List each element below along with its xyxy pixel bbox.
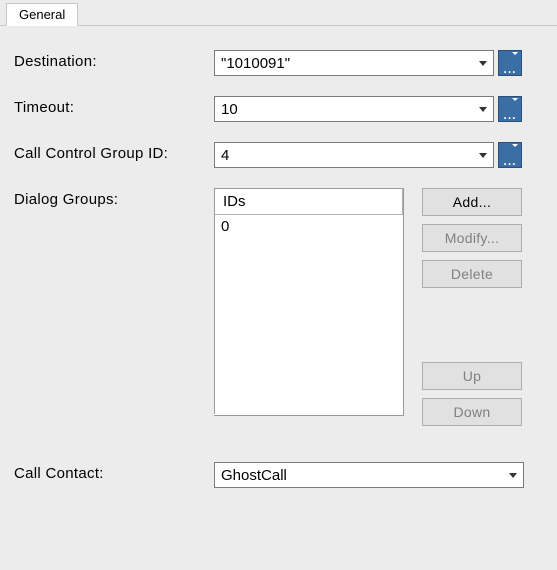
dialog-groups-body: 0 — [214, 215, 403, 414]
destination-browse-button[interactable]: ... — [498, 50, 522, 76]
modify-button[interactable]: Modify... — [422, 224, 522, 252]
timeout-browse-button[interactable]: ... — [498, 96, 522, 122]
list-item[interactable]: 0 — [221, 218, 397, 235]
dialog-groups-list[interactable]: IDs 0 — [214, 188, 404, 416]
label-timeout: Timeout: — [14, 96, 214, 116]
up-button[interactable]: Up — [422, 362, 522, 390]
ccgid-input[interactable] — [215, 143, 473, 167]
ccgid-dropdown-arrow[interactable] — [473, 143, 493, 167]
down-button[interactable]: Down — [422, 398, 522, 426]
label-ccgid: Call Control Group ID: — [14, 142, 214, 162]
label-call-contact: Call Contact: — [14, 462, 214, 482]
ellipsis-icon: ... — [503, 158, 516, 164]
chevron-down-icon — [479, 153, 487, 158]
call-contact-dropdown-arrow[interactable] — [503, 463, 523, 487]
chevron-down-icon — [512, 98, 518, 101]
ellipsis-icon: ... — [503, 112, 516, 118]
call-contact-input[interactable] — [215, 463, 503, 487]
destination-input[interactable] — [215, 51, 473, 75]
destination-combo[interactable] — [214, 50, 494, 76]
label-destination: Destination: — [14, 50, 214, 70]
chevron-down-icon — [479, 107, 487, 112]
add-button[interactable]: Add... — [422, 188, 522, 216]
chevron-down-icon — [512, 52, 518, 55]
dialog-groups-header: IDs — [214, 188, 403, 215]
label-dialog-groups: Dialog Groups: — [14, 188, 214, 208]
timeout-input[interactable] — [215, 97, 473, 121]
call-contact-combo[interactable] — [214, 462, 524, 488]
timeout-combo[interactable] — [214, 96, 494, 122]
tab-general[interactable]: General — [6, 3, 78, 26]
destination-dropdown-arrow[interactable] — [473, 51, 493, 75]
ccgid-browse-button[interactable]: ... — [498, 142, 522, 168]
chevron-down-icon — [512, 144, 518, 147]
delete-button[interactable]: Delete — [422, 260, 522, 288]
timeout-dropdown-arrow[interactable] — [473, 97, 493, 121]
chevron-down-icon — [509, 473, 517, 478]
ccgid-combo[interactable] — [214, 142, 494, 168]
chevron-down-icon — [479, 61, 487, 66]
form-body: Destination: ... Timeout: ... — [0, 26, 557, 518]
ellipsis-icon: ... — [503, 66, 516, 72]
